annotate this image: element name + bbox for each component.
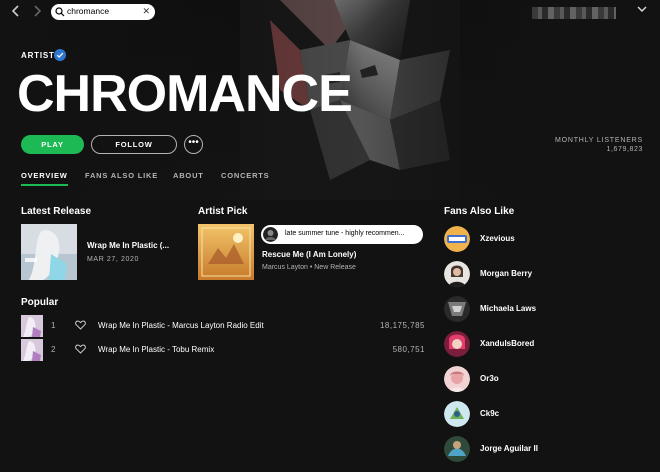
avatar — [444, 296, 470, 322]
track-play-count: 580,751 — [392, 345, 425, 354]
forward-button[interactable] — [29, 4, 45, 20]
play-button[interactable]: PLAY — [21, 135, 84, 154]
artist-name: CHROMANCE — [17, 65, 353, 123]
related-artist[interactable]: Or3o — [444, 366, 644, 392]
tab-fans-also-like[interactable]: FANS ALSO LIKE — [85, 171, 158, 184]
more-options-button[interactable]: ••• — [184, 135, 203, 154]
track-number: 1 — [51, 321, 56, 330]
artist-pick-subtitle: Marcus Layton • New Release — [262, 264, 356, 271]
related-artist[interactable]: Michaela Laws — [444, 296, 644, 322]
tab-overview[interactable]: OVERVIEW — [21, 171, 68, 186]
related-artist[interactable]: Morgan Berry — [444, 261, 644, 287]
latest-release-heading: Latest Release — [21, 206, 92, 217]
monthly-listeners-value: 1,679,823 — [606, 146, 643, 153]
artist-pick-comment[interactable]: late summer tune - highly recommen... — [261, 225, 423, 244]
related-artist[interactable]: Ck9c — [444, 401, 644, 427]
track-play-count: 18,175,785 — [379, 321, 425, 330]
avatar — [444, 366, 470, 392]
artist-pick-title[interactable]: Rescue Me (I Am Lonely) — [262, 250, 356, 259]
latest-release-date: MAR 27, 2020 — [87, 256, 139, 263]
track-cover — [21, 315, 43, 337]
related-artist[interactable]: Xzevious — [444, 226, 644, 252]
related-artist-name: Ck9c — [480, 409, 500, 418]
search-value: chromance — [67, 6, 110, 16]
avatar — [444, 226, 470, 252]
track-row[interactable]: 2 Wrap Me In Plastic - Tobu Remix 580,75… — [21, 339, 425, 361]
fans-also-like-heading: Fans Also Like — [444, 206, 515, 217]
top-bar: chromance ✕ — [0, 0, 660, 24]
track-cover — [21, 339, 43, 361]
track-number: 2 — [51, 345, 56, 354]
search-icon — [55, 7, 65, 17]
search-input[interactable]: chromance ✕ — [51, 4, 155, 20]
tab-about[interactable]: ABOUT — [173, 171, 204, 184]
avatar — [444, 331, 470, 357]
track-title: Wrap Me In Plastic - Marcus Layton Radio… — [98, 321, 264, 330]
heart-icon[interactable] — [75, 320, 86, 330]
artist-pick-comment-text: late summer tune - highly recommen... — [285, 230, 405, 237]
latest-release-title[interactable]: Wrap Me In Plastic (... — [87, 241, 169, 250]
close-icon[interactable]: ✕ — [142, 6, 150, 17]
artist-type-label: ARTIST — [21, 51, 55, 60]
chevron-down-icon[interactable] — [637, 5, 647, 16]
artist-avatar — [263, 227, 278, 242]
avatar — [444, 436, 470, 462]
verified-icon — [54, 49, 66, 61]
related-artist-name: Morgan Berry — [480, 269, 533, 278]
related-artist[interactable]: Jorge Aguilar II — [444, 436, 644, 462]
popular-heading: Popular — [21, 297, 59, 308]
back-button[interactable] — [8, 4, 24, 20]
track-title: Wrap Me In Plastic - Tobu Remix — [98, 345, 215, 354]
chevron-left-icon — [11, 5, 19, 17]
track-row[interactable]: 1 Wrap Me In Plastic - Marcus Layton Rad… — [21, 315, 425, 337]
latest-release-cover[interactable] — [21, 224, 77, 280]
heart-icon[interactable] — [75, 344, 86, 354]
related-artist-name: Or3o — [480, 374, 499, 383]
artist-pick-heading: Artist Pick — [198, 206, 248, 217]
follow-button[interactable]: FOLLOW — [91, 135, 177, 154]
monthly-listeners-label: MONTHLY LISTENERS — [554, 137, 643, 144]
user-profile[interactable] — [532, 7, 616, 19]
related-artist-name: Xzevious — [480, 234, 515, 243]
related-artist[interactable]: XandulsBored — [444, 331, 644, 357]
related-artist-name: Michaela Laws — [480, 304, 537, 313]
artist-pick-cover[interactable] — [198, 224, 254, 280]
tab-concerts[interactable]: CONCERTS — [221, 171, 270, 184]
related-artist-name: XandulsBored — [480, 339, 535, 348]
related-artist-name: Jorge Aguilar II — [480, 444, 538, 453]
avatar — [444, 401, 470, 427]
avatar — [444, 261, 470, 287]
chevron-right-icon — [34, 5, 42, 17]
